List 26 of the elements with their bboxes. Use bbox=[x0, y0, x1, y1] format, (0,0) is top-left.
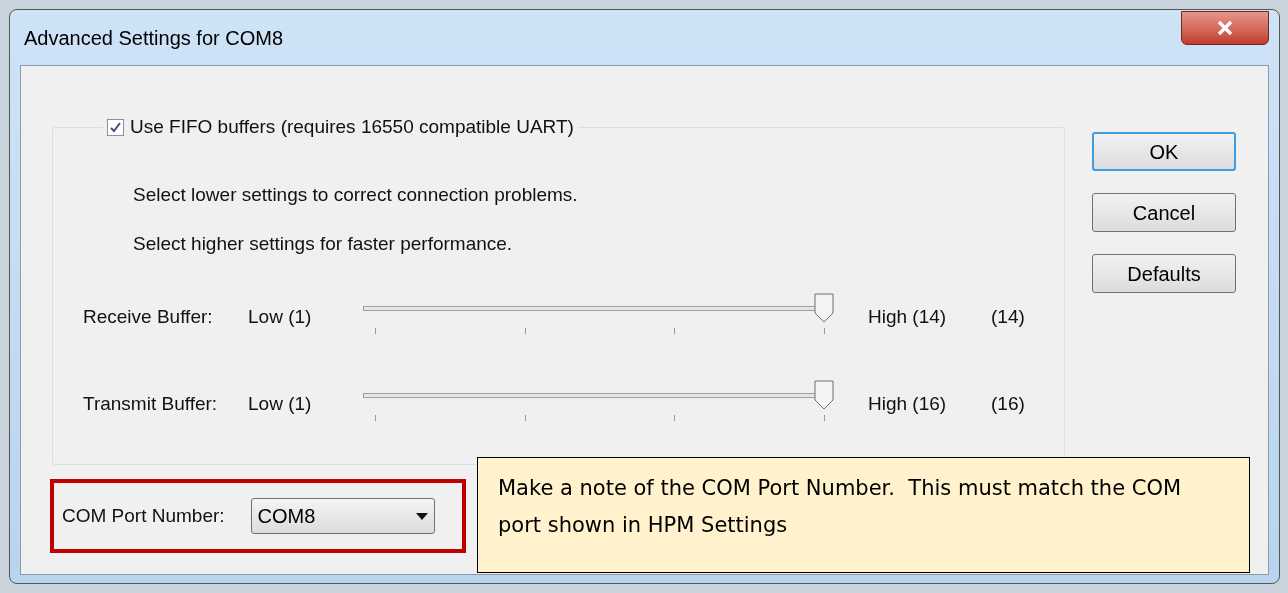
low-label: Low (1) bbox=[248, 392, 313, 417]
window-title: Advanced Settings for COM8 bbox=[24, 25, 283, 51]
slider-label: Receive Buffer: bbox=[83, 305, 214, 330]
dropdown-caret-icon bbox=[415, 512, 428, 520]
slider-thumb[interactable] bbox=[814, 292, 834, 323]
com-port-dropdown[interactable]: COM8 bbox=[250, 498, 435, 534]
callout-text: Make a note of the COM Port Number. This must match the COM port shown in HPM Settings bbox=[498, 475, 1183, 539]
check-icon bbox=[109, 120, 122, 134]
hint-text: Select higher settings for faster performance. bbox=[133, 231, 514, 256]
slider-reading: (16) bbox=[991, 392, 1025, 417]
slider-label: Transmit Buffer: bbox=[83, 392, 219, 417]
hint-text: Select lower settings to correct connection problems. bbox=[133, 183, 579, 207]
close-icon bbox=[1216, 19, 1234, 36]
checkbox-label: Use FIFO buffers (requires 16550 compatible UART) bbox=[130, 115, 574, 139]
dialog-button[interactable]: OK bbox=[1092, 132, 1236, 171]
dialog-button[interactable]: Defaults bbox=[1092, 254, 1236, 293]
low-label: Low (1) bbox=[248, 305, 313, 330]
close-button[interactable] bbox=[1181, 10, 1269, 45]
high-label: High (16) bbox=[868, 392, 948, 417]
dialog-button[interactable]: Cancel bbox=[1092, 193, 1236, 232]
com-port-label: COM Port Number: bbox=[62, 503, 225, 528]
dropdown-value: COM8 bbox=[257, 504, 316, 529]
slider-reading: (14) bbox=[991, 305, 1025, 330]
checkbox-box[interactable] bbox=[107, 118, 124, 136]
slider-thumb[interactable] bbox=[814, 379, 834, 410]
high-label: High (14) bbox=[868, 305, 948, 330]
